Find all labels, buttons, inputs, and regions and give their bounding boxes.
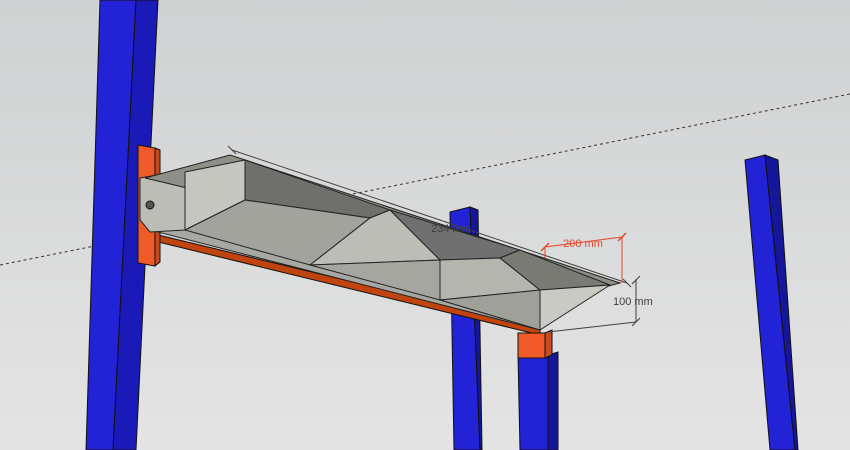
right-center-post[interactable] [517, 351, 559, 450]
sketchup-viewport[interactable]: 234 mm 200 mm 100 mm [0, 0, 850, 450]
dimension-height-label: 100 mm [613, 296, 653, 308]
right-bracket[interactable] [517, 329, 553, 359]
dimension-width-label: 200 mm [563, 238, 603, 250]
dimension-length-label: 234 mm [431, 223, 471, 235]
